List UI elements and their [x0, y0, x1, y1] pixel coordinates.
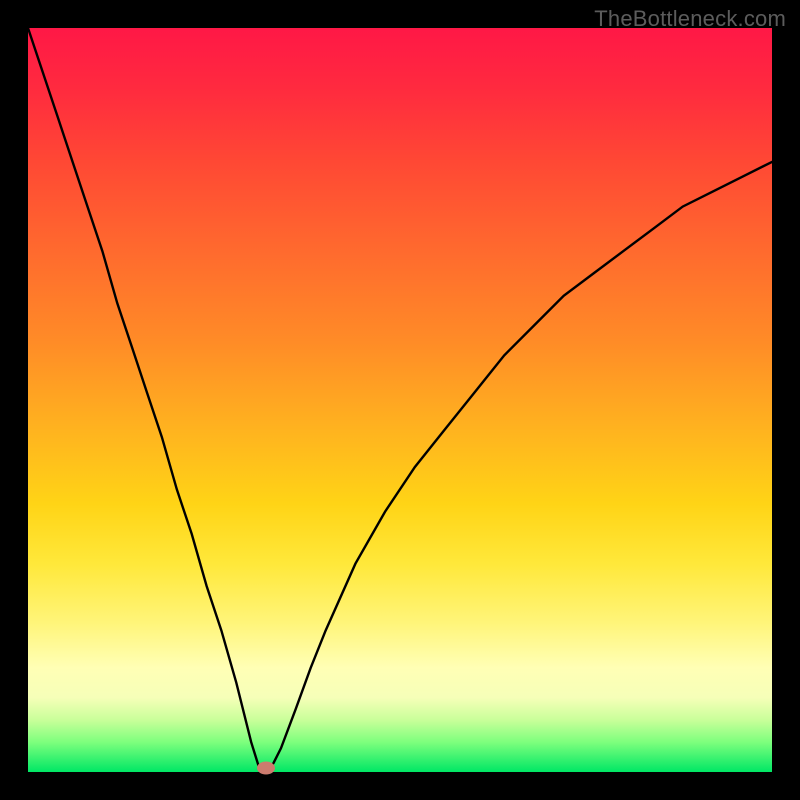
optimum-marker — [257, 762, 275, 775]
watermark-label: TheBottleneck.com — [594, 6, 786, 32]
bottleneck-curve — [28, 28, 772, 772]
chart-container: TheBottleneck.com — [0, 0, 800, 800]
curve-svg — [28, 28, 772, 772]
plot-area — [28, 28, 772, 772]
